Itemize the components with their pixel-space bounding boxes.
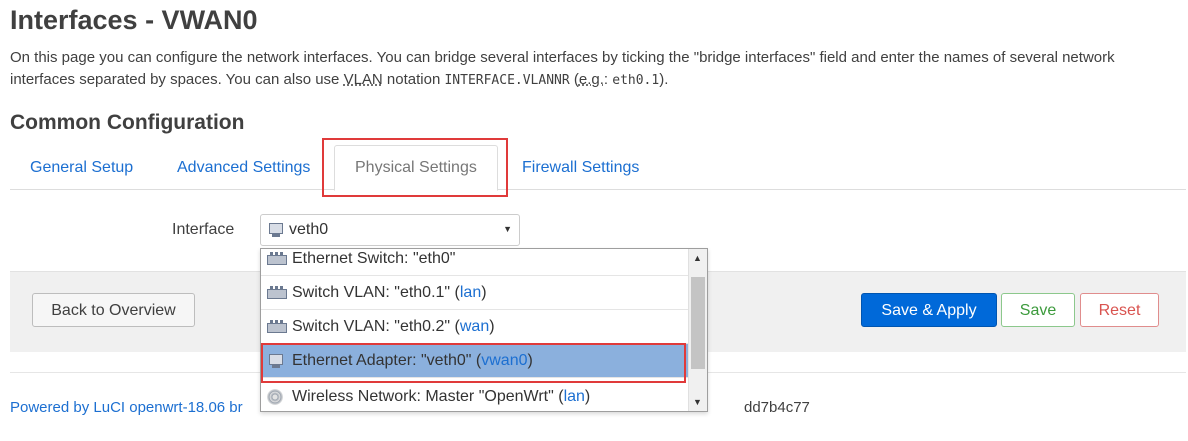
save-button[interactable]: Save	[1001, 293, 1075, 327]
tab-physical-settings[interactable]: Physical Settings	[334, 145, 498, 191]
option-suffix: )	[527, 352, 533, 369]
vlan-abbr: VLAN	[343, 71, 383, 88]
tab-general-setup[interactable]: General Setup	[10, 147, 153, 189]
interface-dropdown-list[interactable]: Ethernet Switch: "eth0" Switch VLAN: "et…	[260, 248, 708, 412]
option-label: Switch VLAN: "eth0.1" (	[292, 284, 460, 301]
section-title: Common Configuration	[10, 111, 245, 134]
switch-icon	[267, 320, 287, 334]
code-eth0-1: eth0.1	[612, 73, 660, 88]
scrollbar-thumb[interactable]	[691, 277, 705, 369]
option-suffix: )	[489, 318, 495, 335]
save-apply-button[interactable]: Save & Apply	[861, 293, 997, 327]
option-label: Ethernet Adapter: "veth0" (	[292, 352, 482, 369]
desc-text: :	[603, 71, 613, 88]
zone-badge-wan: wan	[459, 318, 490, 335]
switch-icon	[267, 252, 287, 266]
desc-text: ).	[659, 71, 669, 88]
option-label: Switch VLAN: "eth0.2" (	[292, 318, 460, 335]
back-to-overview-button[interactable]: Back to Overview	[32, 293, 195, 327]
option-label: Wireless Network: Master "OpenWrt" (	[292, 388, 564, 405]
tab-advanced-settings[interactable]: Advanced Settings	[157, 147, 330, 189]
dropdown-scrollbar[interactable]: ▲ ▼	[688, 249, 707, 411]
page-description: On this page you can configure the netwo…	[10, 47, 1180, 92]
scroll-up-icon[interactable]: ▲	[693, 253, 702, 263]
dropdown-option[interactable]: Switch VLAN: "eth0.2" (wan)	[261, 310, 689, 344]
dropdown-option[interactable]: Wireless Network: Master "OpenWrt" (lan)	[261, 380, 689, 411]
reset-button[interactable]: Reset	[1080, 293, 1159, 327]
code-interface-vlannr: INTERFACE.VLANNR	[444, 73, 570, 88]
switch-icon	[267, 286, 287, 300]
ethernet-icon	[268, 353, 284, 369]
wireless-icon	[267, 389, 283, 405]
option-suffix: )	[584, 388, 591, 405]
scroll-down-icon[interactable]: ▼	[693, 397, 702, 407]
ethernet-icon	[268, 222, 284, 238]
tab-bar: General Setup Advanced Settings Physical…	[10, 145, 1186, 191]
interface-select-value: veth0	[289, 221, 329, 238]
zone-badge-vwan0: vwan0	[481, 352, 528, 369]
option-label: Ethernet Switch: "eth0"	[292, 250, 456, 267]
desc-text: notation	[382, 71, 445, 88]
dropdown-option[interactable]: Switch VLAN: "eth0.1" (lan)	[261, 276, 689, 310]
footer-version: dd7b4c77	[744, 399, 810, 416]
eg-abbr: e.g.	[578, 71, 604, 88]
interface-select[interactable]: veth0 ▼	[260, 214, 520, 246]
zone-badge-lan: lan	[563, 388, 585, 405]
option-suffix: )	[481, 284, 487, 301]
zone-badge-lan: lan	[459, 284, 482, 301]
dropdown-option[interactable]: Ethernet Switch: "eth0"	[261, 249, 689, 276]
interface-label: Interface	[172, 221, 235, 238]
tab-firewall-settings[interactable]: Firewall Settings	[502, 147, 659, 189]
footer-link[interactable]: Powered by LuCI openwrt-18.06 br	[10, 399, 243, 416]
dropdown-option-selected[interactable]: Ethernet Adapter: "veth0" (vwan0)	[261, 344, 689, 378]
desc-text: (	[569, 71, 579, 88]
chevron-down-icon: ▼	[503, 224, 512, 234]
page-title: Interfaces - VWAN0	[10, 5, 258, 35]
